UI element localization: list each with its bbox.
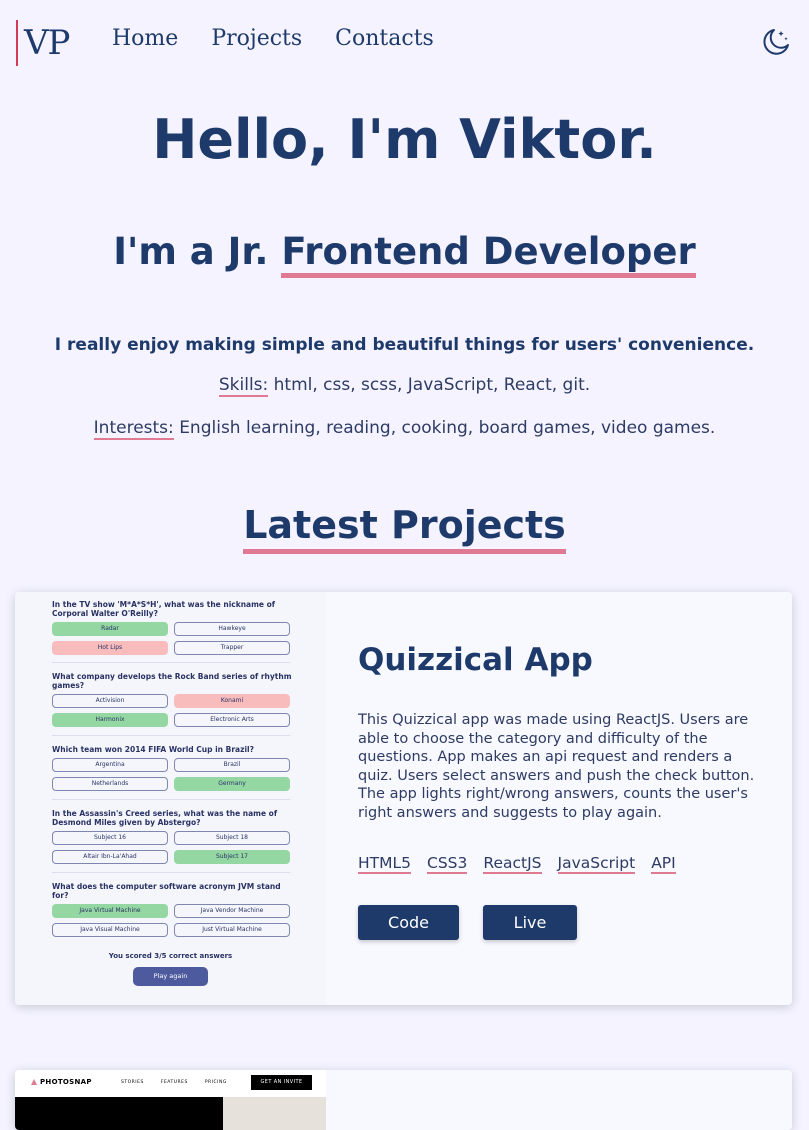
code-button[interactable]: Code <box>358 905 459 940</box>
photosnap-hero-dark <box>15 1097 223 1130</box>
quiz-score-text: You scored 3/5 correct answers <box>108 952 233 960</box>
live-button[interactable]: Live <box>483 905 577 940</box>
quiz-divider <box>52 662 290 663</box>
quiz-question: In the Assassin's Creed series, what was… <box>52 809 292 864</box>
triangle-icon <box>31 1079 37 1085</box>
quiz-answer: Java Vendor Machine <box>174 904 290 918</box>
quiz-answer: Hot Lips <box>52 641 168 655</box>
top-nav: VP Home Projects Contacts <box>0 0 809 86</box>
skills-value: html, css, scss, JavaScript, React, git. <box>273 375 591 395</box>
role-heading: I'm a Jr. Frontend Developer <box>0 230 809 278</box>
project-description: This Quizzical app was made using ReactJ… <box>358 712 755 821</box>
hero-title: Hello, I'm Viktor. <box>152 108 657 171</box>
quiz-question: Which team won 2014 FIFA World Cup in Br… <box>52 745 292 791</box>
quiz-answer: Radar <box>52 622 168 636</box>
skills-label: Skills: <box>218 375 269 397</box>
interests-line: Interests: English learning, reading, co… <box>0 418 809 440</box>
quiz-divider <box>52 799 290 800</box>
nav-link-projects[interactable]: Projects <box>211 26 302 51</box>
nav-links: Home Projects Contacts <box>112 26 434 51</box>
quiz-answer: Electronic Arts <box>174 713 290 727</box>
quiz-answer: Germany <box>174 777 290 791</box>
quiz-answer: Netherlands <box>52 777 168 791</box>
quiz-question-text: What company develops the Rock Band seri… <box>52 672 292 690</box>
quiz-answer: Altair Ibn-La'Ahad <box>52 850 168 864</box>
moon-stars-icon <box>763 29 789 55</box>
quiz-answer: Java Virtual Machine <box>52 904 168 918</box>
quiz-answer: Argentina <box>52 758 168 772</box>
project-screenshot: PHOTOSNAP STORIES FEATURES PRICING GET A… <box>15 1070 326 1130</box>
photosnap-logo: PHOTOSNAP <box>31 1078 92 1086</box>
quiz-answer: Harmonix <box>52 713 168 727</box>
quiz-answer: Subject 16 <box>52 831 168 845</box>
quiz-answer: Activision <box>52 694 168 708</box>
photosnap-hero-image <box>223 1097 326 1130</box>
quiz-question-text: Which team won 2014 FIFA World Cup in Br… <box>52 745 254 754</box>
quiz-question: In the TV show 'M*A*S*H', what was the n… <box>52 600 292 655</box>
quiz-answer: Hawkeye <box>174 622 290 636</box>
tech-tag: HTML5 <box>358 854 411 874</box>
tech-tag: ReactJS <box>483 854 542 874</box>
role-highlight: Frontend Developer <box>281 230 696 278</box>
tech-tag: API <box>651 854 676 874</box>
photosnap-menu-item: FEATURES <box>160 1080 188 1085</box>
quiz-answer: Just Virtual Machine <box>174 923 290 937</box>
quiz-question: What company develops the Rock Band seri… <box>52 672 292 727</box>
role-prefix: I'm a Jr. <box>113 230 269 273</box>
tech-tag: JavaScript <box>557 854 636 874</box>
project-tags: HTML5 CSS3 ReactJS JavaScript API <box>358 854 676 874</box>
project-card: In the TV show 'M*A*S*H', what was the n… <box>15 592 792 1005</box>
quiz-divider <box>52 735 290 736</box>
photosnap-menu-item: PRICING <box>204 1080 227 1085</box>
quiz-question-text: What does the computer software acronym … <box>52 882 281 900</box>
quiz-question: What does the computer software acronym … <box>52 882 292 937</box>
project-title: Quizzical App <box>358 642 593 678</box>
quiz-answer: Java Visual Machine <box>52 923 168 937</box>
quiz-answer: Brazil <box>174 758 290 772</box>
interests-label: Interests: <box>93 418 174 440</box>
quiz-question-text: In the TV show 'M*A*S*H', what was the n… <box>52 600 276 618</box>
nav-link-home[interactable]: Home <box>112 26 178 51</box>
quiz-answer: Subject 17 <box>174 850 290 864</box>
project-screenshot: In the TV show 'M*A*S*H', what was the n… <box>15 592 326 1005</box>
quiz-play-again-button: Play again <box>133 967 208 986</box>
photosnap-menu: STORIES FEATURES PRICING <box>121 1080 227 1085</box>
latest-projects-title-text: Latest Projects <box>243 503 566 554</box>
quiz-answer: Trapper <box>174 641 290 655</box>
project-buttons: Code Live <box>358 905 577 940</box>
quiz-answer: Konami <box>174 694 290 708</box>
theme-toggle-button[interactable] <box>760 26 792 58</box>
quiz-answer: Subject 18 <box>174 831 290 845</box>
latest-projects-title: Latest Projects <box>0 503 809 554</box>
quiz-question-text: In the Assassin's Creed series, what was… <box>52 809 278 827</box>
project-card: PHOTOSNAP STORIES FEATURES PRICING GET A… <box>15 1070 792 1130</box>
photosnap-logo-text: PHOTOSNAP <box>40 1078 92 1086</box>
nav-link-contacts[interactable]: Contacts <box>335 26 434 51</box>
photosnap-menu-item: STORIES <box>121 1080 144 1085</box>
skills-line: Skills: html, css, scss, JavaScript, Rea… <box>0 375 809 397</box>
photosnap-cta: GET AN INVITE <box>251 1075 312 1090</box>
tagline: I really enjoy making simple and beautif… <box>54 335 755 355</box>
site-logo[interactable]: VP <box>16 20 70 66</box>
interests-value: English learning, reading, cooking, boar… <box>179 418 716 438</box>
quiz-divider <box>52 872 290 873</box>
tech-tag: CSS3 <box>427 854 468 874</box>
